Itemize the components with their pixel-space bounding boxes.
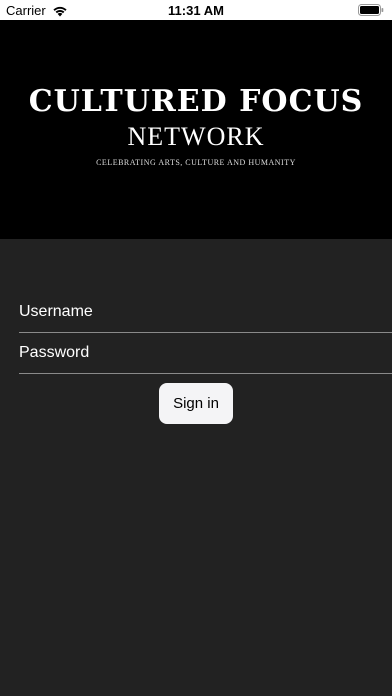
username-input[interactable] [19,292,392,332]
password-input[interactable] [19,333,392,373]
username-field-container [19,292,392,333]
status-time: 11:31 AM [168,3,224,18]
battery-icon [358,4,384,16]
status-bar: Carrier 11:31 AM [0,0,392,20]
password-field-container [19,333,392,374]
brand-tagline: CELEBRATING ARTS, CULTURE AND HUMANITY [96,158,296,167]
login-screen: Carrier 11:31 AM CULTURED FOCUS NETWORK … [0,0,392,696]
sign-in-button[interactable]: Sign in [159,383,233,424]
brand-title: CULTURED FOCUS [28,84,364,119]
brand-banner: CULTURED FOCUS NETWORK CELEBRATING ARTS,… [0,20,392,239]
brand-subtitle: NETWORK [127,122,265,151]
